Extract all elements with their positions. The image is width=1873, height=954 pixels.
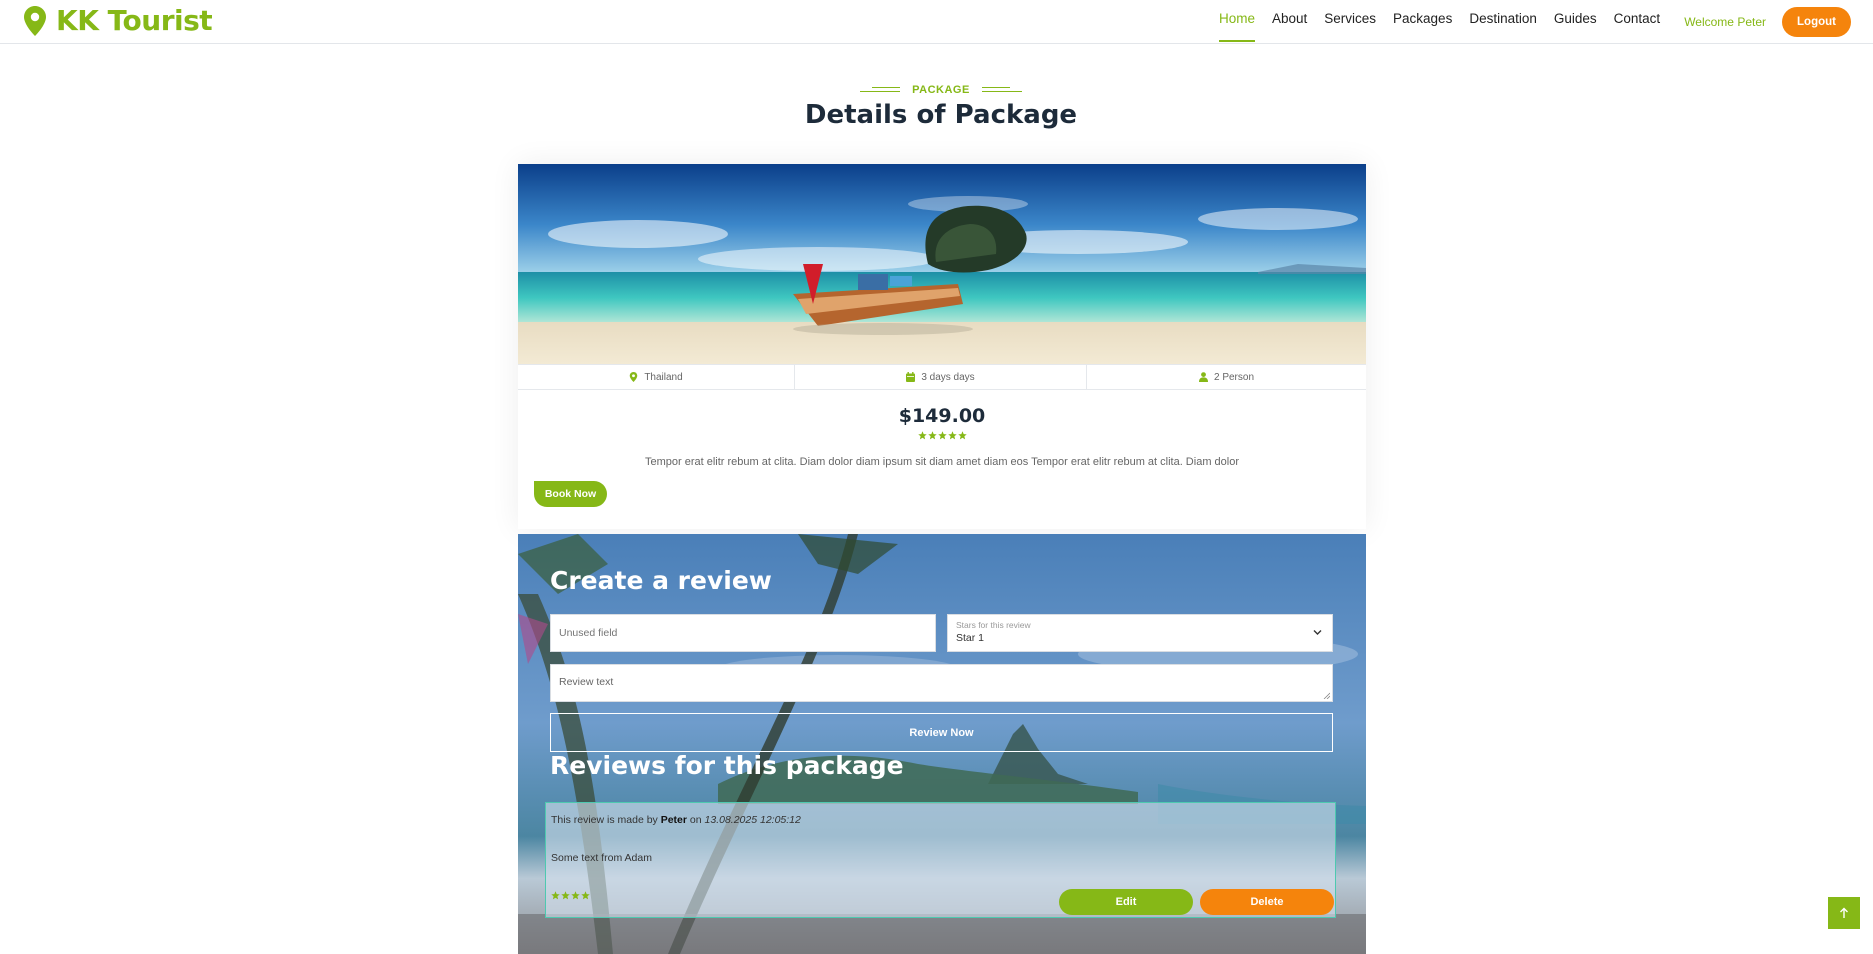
delete-review-button[interactable]: Delete (1200, 889, 1334, 915)
nav-destination[interactable]: Destination (1469, 0, 1537, 44)
review-section: Create a review Stars for this review St… (518, 534, 1366, 954)
label-line-right (981, 86, 1022, 93)
label-line-left (860, 86, 901, 93)
package-description: Tempor erat elitr rebum at clita. Diam d… (644, 456, 1239, 468)
package-rating (518, 431, 1366, 440)
calendar-icon (906, 372, 916, 382)
nav-guides[interactable]: Guides (1554, 0, 1597, 44)
package-meta-row: Thailand 3 days days 2 Person (518, 364, 1366, 390)
star-icon (571, 891, 580, 900)
map-marker-icon (630, 372, 638, 382)
navbar: KK Tourist Home About Services Packages … (0, 0, 1873, 44)
star-icon (561, 891, 570, 900)
star-icon (937, 431, 947, 440)
review-item: This review is made by Peter on 13.08.20… (545, 802, 1336, 918)
star-icon (947, 431, 957, 440)
location-text: Thailand (644, 371, 683, 383)
star-icon (581, 891, 590, 900)
package-price: $149.00 (898, 405, 986, 427)
star-icon (957, 431, 967, 440)
persons-text: 2 Person (1213, 371, 1255, 383)
section-label-text: PACKAGE (912, 83, 970, 96)
nav-home[interactable]: Home (1218, 0, 1255, 44)
star-icon (917, 431, 927, 440)
welcome-text: Welcome Peter (1684, 15, 1766, 29)
star-icon (551, 891, 560, 900)
review-text: Some text from Adam (551, 852, 652, 864)
review-prefix: This review is made by (551, 814, 658, 826)
chevron-down-icon (1313, 630, 1322, 635)
nav-contact[interactable]: Contact (1614, 0, 1661, 44)
nav-about[interactable]: About (1272, 0, 1307, 44)
user-icon (1198, 372, 1208, 382)
map-pin-icon (24, 5, 46, 36)
nav-menu: Home About Services Packages Destination… (1218, 0, 1873, 44)
logout-button[interactable]: Logout (1782, 7, 1851, 37)
book-now-button[interactable]: Book Now (534, 481, 607, 507)
duration-text: 3 days days (921, 371, 975, 383)
unused-field-input[interactable] (550, 614, 936, 652)
arrow-up-icon (1840, 907, 1848, 918)
star-icon (927, 431, 937, 440)
review-on: on (689, 814, 702, 826)
brand-name: KK Tourist (56, 4, 213, 37)
edit-review-button[interactable]: Edit (1059, 889, 1193, 915)
section-label: PACKAGE (0, 80, 1873, 98)
location-cell: Thailand (518, 365, 795, 389)
stars-select[interactable]: Stars for this review Star 1 (947, 614, 1333, 652)
package-image (518, 164, 1366, 364)
review-text-placeholder: Review text (559, 676, 614, 688)
stars-select-value: Star 1 (956, 632, 985, 644)
review-rating (551, 891, 590, 900)
nav-packages[interactable]: Packages (1393, 0, 1452, 44)
review-date: 13.08.2025 12:05:12 (704, 814, 801, 826)
review-text-field[interactable]: Review text (550, 664, 1333, 702)
review-meta: This review is made by Peter on 13.08.20… (551, 814, 801, 826)
duration-cell: 3 days days (795, 365, 1087, 389)
stars-select-label: Stars for this review (956, 620, 1031, 630)
package-card: Thailand 3 days days 2 Person $149.00 Te… (518, 164, 1366, 529)
nav-services[interactable]: Services (1324, 0, 1376, 44)
persons-cell: 2 Person (1087, 365, 1366, 389)
brand-logo[interactable]: KK Tourist (24, 4, 213, 37)
review-author: Peter (660, 814, 687, 826)
page-title: Details of Package (804, 100, 1078, 130)
review-now-button[interactable]: Review Now (550, 713, 1333, 752)
reviews-title: Reviews for this package (550, 751, 904, 780)
resize-handle-icon[interactable] (1323, 692, 1330, 699)
create-review-title: Create a review (550, 566, 772, 595)
back-to-top-button[interactable] (1828, 897, 1860, 929)
